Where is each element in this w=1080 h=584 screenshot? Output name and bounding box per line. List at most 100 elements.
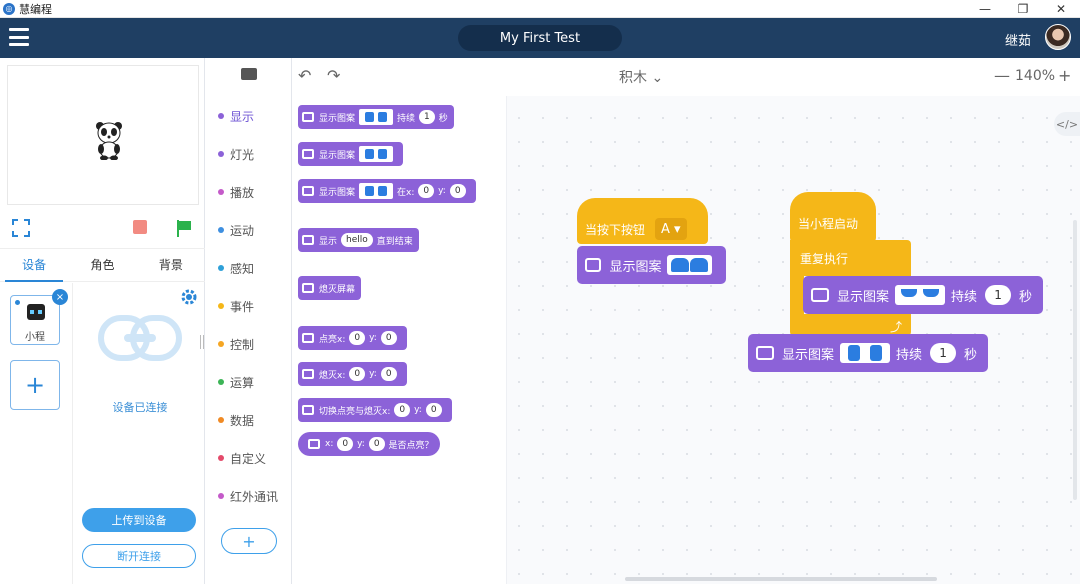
x-input[interactable]: 0 (337, 437, 354, 451)
block-text: 是否点亮？ (388, 440, 434, 451)
block-text: 显示 (319, 236, 338, 247)
category-control[interactable]: 控制 (218, 334, 254, 354)
workspace-block-show-pattern-duration-2[interactable]: 显示图案 持续 1 秒 (748, 334, 988, 372)
device-category-icon (241, 68, 257, 80)
event-hat-button-pressed[interactable]: 当按下按钮 A ▾ (577, 198, 708, 244)
close-window-button[interactable]: ✕ (1042, 0, 1080, 18)
duration-input[interactable]: 1 (985, 285, 1012, 305)
block-text: 持续 (951, 289, 978, 305)
project-name[interactable]: My First Test (458, 25, 622, 51)
category-dot (218, 265, 224, 271)
username[interactable]: 继茹 (1005, 30, 1031, 49)
palette-block-light-pixel[interactable]: 点亮x: 0 y: 0 (298, 326, 407, 350)
x-input[interactable]: 0 (418, 184, 435, 198)
stop-icon[interactable] (133, 220, 147, 234)
duration-input[interactable]: 1 (930, 343, 957, 363)
x-input[interactable]: 0 (349, 367, 366, 381)
category-label: 事件 (230, 299, 255, 314)
category-events[interactable]: 事件 (218, 296, 254, 316)
category-label: 控制 (230, 337, 255, 352)
panel-resize-handle[interactable] (200, 335, 204, 349)
loop-arrow-icon: ⤴ (890, 320, 903, 334)
mode-dropdown[interactable]: 积木 ⌄ (619, 67, 663, 87)
category-dot (218, 455, 224, 461)
palette-block-clear-screen[interactable]: 熄灭屏幕 (298, 276, 362, 300)
app-logo-icon: ◎ (3, 2, 15, 15)
fullscreen-icon[interactable] (12, 219, 30, 237)
x-input[interactable]: 0 (394, 403, 411, 417)
category-sensing[interactable]: 感知 (218, 258, 254, 278)
gear-icon[interactable] (180, 288, 198, 306)
undo-icon[interactable]: ↶ (298, 68, 314, 84)
duration-input[interactable]: 1 (419, 110, 435, 124)
robot-icon (27, 304, 45, 320)
workspace-block-show-pattern-duration[interactable]: 显示图案 持续 1 秒 (803, 276, 1043, 314)
block-text: 持续 (397, 113, 416, 124)
button-dropdown[interactable]: A ▾ (655, 218, 687, 240)
y-input[interactable]: 0 (449, 184, 466, 198)
add-extension-button[interactable]: + (221, 528, 277, 554)
upload-to-device-button[interactable]: 上传到设备 (82, 508, 196, 532)
workspace-block-show-pattern[interactable]: 显示图案 (577, 246, 726, 284)
y-input[interactable]: 0 (368, 437, 385, 451)
text-input[interactable]: hello (341, 233, 373, 247)
category-infrared[interactable]: 红外通讯 (218, 486, 278, 506)
palette-block-off-pixel[interactable]: 熄灭x: 0 y: 0 (298, 362, 407, 386)
display-icon (308, 439, 320, 449)
minimize-button[interactable]: — (966, 0, 1004, 18)
tab-backgrounds[interactable]: 背景 (137, 249, 205, 281)
horizontal-scrollbar[interactable] (625, 577, 937, 581)
code-view-toggle[interactable]: </> (1054, 112, 1080, 136)
zoom-out-button[interactable]: — (994, 66, 1010, 85)
block-text: 显示图案 (319, 113, 356, 124)
category-dot (218, 493, 224, 499)
pattern-preview[interactable] (667, 255, 712, 275)
y-input[interactable]: 0 (380, 367, 397, 381)
device-card[interactable]: 小程 (10, 295, 60, 345)
category-label: 自定义 (230, 451, 267, 466)
category-motion[interactable]: 运动 (218, 220, 254, 240)
palette-block-show-pattern-duration[interactable]: 显示图案 持续 1 秒 (298, 105, 454, 129)
panda-sprite-icon[interactable] (94, 120, 124, 160)
x-input[interactable]: 0 (349, 331, 366, 345)
add-device-button[interactable]: + (10, 360, 60, 410)
pattern-preview[interactable] (359, 146, 394, 162)
category-custom[interactable]: 自定义 (218, 448, 266, 468)
maximize-button[interactable]: ❐ (1004, 0, 1042, 18)
green-flag-icon[interactable] (175, 219, 193, 237)
event-hat-program-start[interactable]: 当小程启动 (790, 192, 876, 242)
pattern-preview[interactable] (840, 343, 891, 363)
palette-block-show-pattern-at[interactable]: 显示图案 在x: 0 y: 0 (298, 179, 476, 203)
category-light[interactable]: 灯光 (218, 144, 254, 164)
remove-device-button[interactable]: × (52, 289, 68, 305)
avatar[interactable] (1045, 24, 1071, 50)
category-data[interactable]: 数据 (218, 410, 254, 430)
category-operators[interactable]: 运算 (218, 372, 254, 392)
palette-block-pixel-is-lit[interactable]: x: 0 y: 0 是否点亮？ (298, 432, 440, 456)
y-input[interactable]: 0 (425, 403, 442, 417)
zoom-in-button[interactable]: + (1058, 66, 1071, 85)
disconnect-button[interactable]: 断开连接 (82, 544, 196, 568)
y-input[interactable]: 0 (380, 331, 397, 345)
pattern-preview[interactable] (359, 109, 394, 125)
stage-canvas[interactable] (7, 65, 199, 205)
block-text: 直到结束 (376, 236, 413, 247)
tab-devices[interactable]: 设备 (0, 249, 68, 282)
category-label: 显示 (230, 109, 255, 124)
block-text: 当按下按钮 (585, 222, 646, 237)
hamburger-menu-icon[interactable] (9, 28, 29, 46)
pattern-preview[interactable] (895, 285, 946, 305)
palette-block-show-text[interactable]: 显示 hello 直到结束 (298, 228, 419, 252)
category-sound[interactable]: 播放 (218, 182, 254, 202)
category-display[interactable]: 显示 (218, 106, 254, 126)
palette-block-toggle-pixel[interactable]: 切换点亮与熄灭x: 0 y: 0 (298, 398, 452, 422)
palette-block-show-pattern[interactable]: 显示图案 (298, 142, 404, 166)
tab-sprites[interactable]: 角色 (68, 249, 136, 281)
category-dot (218, 151, 224, 157)
vertical-scrollbar[interactable] (1073, 220, 1077, 500)
pattern-preview[interactable] (359, 183, 394, 199)
redo-icon[interactable]: ↷ (327, 68, 343, 84)
connected-dot (15, 300, 20, 305)
window-title: 慧编程 (19, 2, 52, 16)
block-text: 显示图案 (319, 150, 356, 161)
